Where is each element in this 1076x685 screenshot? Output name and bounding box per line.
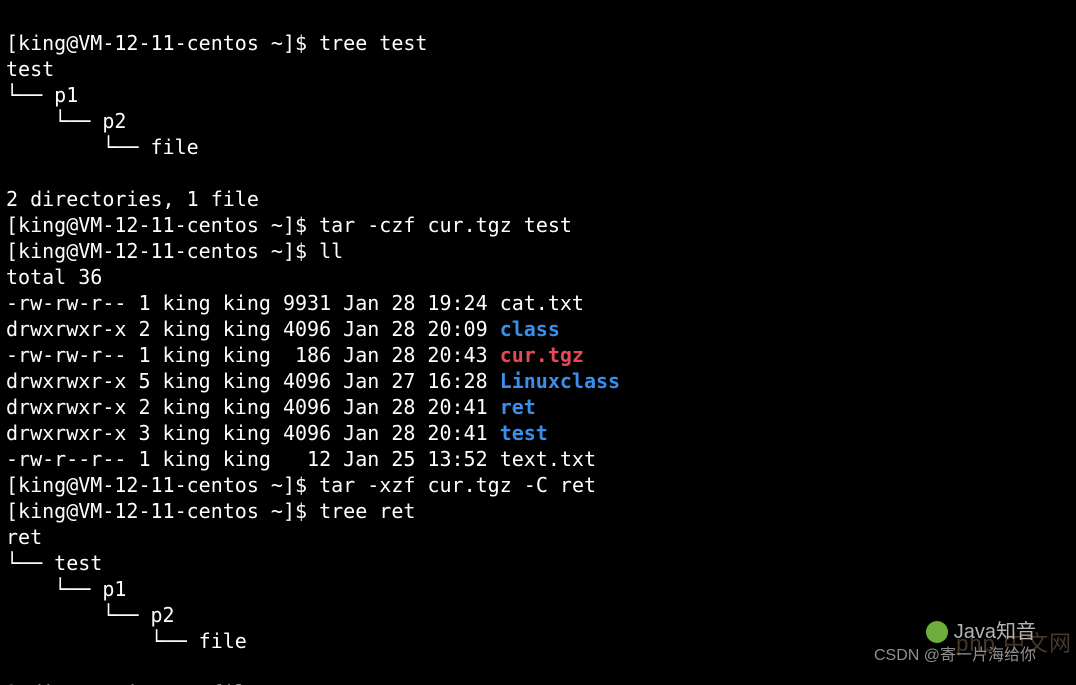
ll-listing: -rw-rw-r-- 1 king king 9931 Jan 28 19:24… (6, 290, 1070, 472)
tree-line: └── p1 (6, 577, 126, 601)
file-name: cur.tgz (500, 343, 584, 367)
cmd-tar-extract: tar -xzf cur.tgz -C ret (319, 473, 596, 497)
terminal-output[interactable]: [king@VM-12-11-centos ~]$ tree test test… (0, 0, 1076, 685)
prompt: [king@VM-12-11-centos ~]$ (6, 239, 319, 263)
tree-summary: 3 directories, 1 file (6, 681, 259, 685)
wechat-icon (926, 621, 948, 643)
watermark-php: php 中文网 (956, 631, 1072, 657)
tree-line: └── file (6, 629, 247, 653)
cmd-tree-ret: tree ret (319, 499, 415, 523)
prompt: [king@VM-12-11-centos ~]$ (6, 499, 319, 523)
tree-line: └── p2 (6, 603, 175, 627)
tree-line: └── test (6, 551, 102, 575)
file-name: test (500, 421, 548, 445)
tree-line: └── file (6, 135, 199, 159)
tree-root: ret (6, 525, 42, 549)
cmd-tree-test: tree test (319, 31, 427, 55)
prompt: [king@VM-12-11-centos ~]$ (6, 31, 319, 55)
cmd-tar-create: tar -czf cur.tgz test (319, 213, 572, 237)
file-name: text.txt (500, 447, 596, 471)
file-name: ret (500, 395, 536, 419)
file-name: class (500, 317, 560, 341)
prompt: [king@VM-12-11-centos ~]$ (6, 213, 319, 237)
prompt: [king@VM-12-11-centos ~]$ (6, 473, 319, 497)
ll-total: total 36 (6, 265, 102, 289)
tree-summary: 2 directories, 1 file (6, 187, 259, 211)
file-name: Linuxclass (500, 369, 620, 393)
file-name: cat.txt (500, 291, 584, 315)
cmd-ll: ll (319, 239, 343, 263)
tree-line: └── p2 (6, 109, 126, 133)
tree-line: └── p1 (6, 83, 78, 107)
tree-root: test (6, 57, 54, 81)
